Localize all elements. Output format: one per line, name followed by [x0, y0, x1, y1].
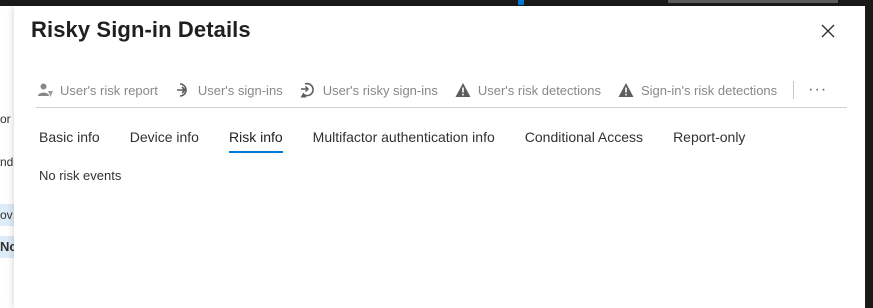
command-bar: User's risk report User's sign-ins User'… — [36, 77, 847, 103]
background-text: ov — [0, 204, 14, 226]
users-sign-ins-button[interactable]: User's sign-ins — [174, 81, 283, 99]
risky-sign-in-icon — [299, 81, 317, 99]
top-bar-account-text — [668, 0, 838, 3]
toolbar-divider-line — [36, 107, 847, 108]
users-risky-sign-ins-label: User's risky sign-ins — [322, 82, 438, 98]
tab-multifactor-authentication-info[interactable]: Multifactor authentication info — [313, 129, 495, 159]
warning-icon — [617, 81, 635, 99]
more-options-button[interactable]: ··· — [808, 81, 827, 99]
portal-right-edge — [865, 6, 873, 308]
user-risk-icon — [36, 81, 54, 99]
users-sign-ins-label: User's sign-ins — [197, 82, 283, 98]
users-risk-detections-button[interactable]: User's risk detections — [454, 81, 601, 99]
sign-ins-risk-detections-label: Sign-in's risk detections — [641, 82, 778, 98]
risky-sign-in-details-panel: Risky Sign-in Details User's risk report — [14, 6, 865, 308]
background-text: No — [0, 236, 14, 258]
toolbar-divider — [793, 81, 795, 99]
sign-ins-risk-detections-button[interactable]: Sign-in's risk detections — [617, 81, 777, 99]
tab-device-info[interactable]: Device info — [130, 129, 199, 159]
top-bar-accent — [518, 0, 524, 5]
tab-basic-info[interactable]: Basic info — [39, 129, 100, 159]
warning-icon — [454, 81, 472, 99]
sign-in-arrow-icon — [174, 81, 192, 99]
tab-conditional-access[interactable]: Conditional Access — [525, 129, 643, 159]
background-text: or — [0, 112, 11, 126]
users-risk-report-button[interactable]: User's risk report — [36, 81, 158, 99]
background-blade: or nd ov No — [0, 6, 15, 308]
close-button[interactable] — [817, 20, 839, 42]
risk-info-message: No risk events — [39, 168, 122, 183]
tab-report-only[interactable]: Report-only — [673, 129, 745, 159]
users-risky-sign-ins-button[interactable]: User's risky sign-ins — [299, 81, 438, 99]
users-risk-detections-label: User's risk detections — [477, 82, 601, 98]
users-risk-report-label: User's risk report — [60, 82, 158, 98]
background-text: nd — [0, 155, 14, 169]
close-icon — [821, 24, 835, 38]
details-tabs: Basic info Device info Risk info Multifa… — [39, 129, 775, 159]
tab-risk-info[interactable]: Risk info — [228, 129, 283, 159]
panel-title: Risky Sign-in Details — [31, 17, 251, 42]
